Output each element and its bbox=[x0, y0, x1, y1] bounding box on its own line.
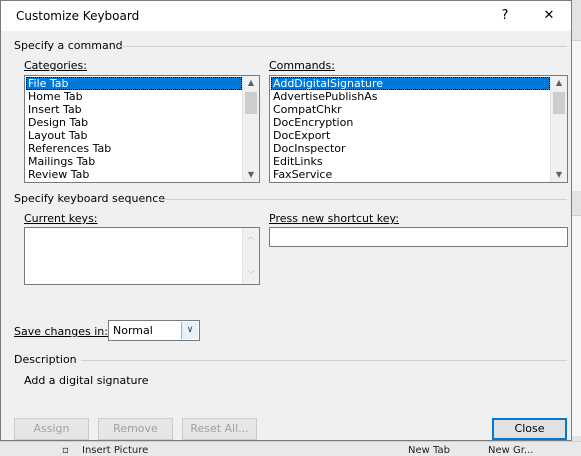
command-list-item[interactable]: DocEncryption bbox=[271, 116, 550, 129]
scroll-down-arrow-icon: ﹀ bbox=[247, 270, 255, 279]
commands-items: AddDigitalSignature AdvertisePublishAs Com… bbox=[271, 77, 550, 181]
current-keys-scrollbar: ︿ ﹀ bbox=[242, 228, 259, 284]
categories-label: Categories: bbox=[24, 59, 87, 72]
categories-scrollbar[interactable]: ▲ ▼ bbox=[242, 76, 259, 182]
scroll-up-arrow-icon: ︿ bbox=[247, 232, 255, 241]
command-list-item[interactable]: FaxService bbox=[271, 168, 550, 181]
category-list-item[interactable]: Mailings Tab bbox=[26, 155, 242, 168]
save-changes-select[interactable]: Normal ∨ bbox=[108, 320, 200, 341]
customize-keyboard-dialog: Customize Keyboard ? ✕ Specify a command… bbox=[0, 0, 572, 441]
categories-items: File Tab Home Tab Insert Tab Design Tab Layo… bbox=[26, 77, 242, 181]
section-divider bbox=[159, 199, 567, 200]
categories-list[interactable]: File Tab Home Tab Insert Tab Design Tab Layo… bbox=[24, 75, 260, 183]
keyboard-sequence-heading: Specify keyboard sequence bbox=[14, 192, 166, 205]
section-divider bbox=[119, 46, 567, 47]
new-shortcut-key-input[interactable] bbox=[269, 227, 568, 247]
description-text: Add a digital signature bbox=[24, 374, 149, 387]
current-keys-label: Current keys: bbox=[24, 212, 98, 225]
title-bar: Customize Keyboard ? ✕ bbox=[1, 1, 571, 31]
current-keys-list[interactable]: ︿ ﹀ bbox=[24, 227, 260, 285]
close-button[interactable]: Close bbox=[492, 418, 567, 440]
commands-list[interactable]: AddDigitalSignature AdvertisePublishAs Com… bbox=[269, 75, 568, 183]
background-panel-segment bbox=[572, 215, 581, 436]
command-list-item[interactable]: AddDigitalSignature bbox=[271, 77, 550, 90]
category-list-item[interactable]: Home Tab bbox=[26, 90, 242, 103]
background-picture-icon: ▫ bbox=[62, 445, 69, 456]
background-window-edge bbox=[572, 0, 581, 455]
save-changes-value: Normal bbox=[113, 324, 153, 337]
press-new-shortcut-label: Press new shortcut key: bbox=[269, 212, 399, 225]
help-button[interactable]: ? bbox=[491, 5, 519, 27]
scroll-up-arrow-icon[interactable]: ▲ bbox=[243, 76, 259, 90]
category-list-item[interactable]: File Tab bbox=[26, 77, 242, 90]
background-text: New Tab bbox=[408, 445, 450, 456]
scroll-thumb[interactable] bbox=[245, 92, 257, 114]
command-list-item[interactable]: DocExport bbox=[271, 129, 550, 142]
category-list-item[interactable]: Review Tab bbox=[26, 168, 242, 181]
command-list-item[interactable]: DocInspector bbox=[271, 142, 550, 155]
scroll-down-arrow-icon[interactable]: ▼ bbox=[551, 168, 567, 182]
remove-button[interactable]: Remove bbox=[98, 418, 173, 440]
scroll-up-arrow-icon[interactable]: ▲ bbox=[551, 76, 567, 90]
scroll-down-arrow-icon[interactable]: ▼ bbox=[243, 168, 259, 182]
category-list-item[interactable]: Insert Tab bbox=[26, 103, 242, 116]
description-heading: Description bbox=[14, 353, 77, 366]
reset-all-button[interactable]: Reset All... bbox=[182, 418, 257, 440]
background-panel-segment bbox=[572, 40, 581, 191]
save-changes-label: Save changes in: bbox=[14, 325, 108, 338]
assign-button[interactable]: Assign bbox=[14, 418, 89, 440]
background-text: New Gr... bbox=[488, 445, 534, 456]
background-text: Insert Picture bbox=[82, 445, 149, 456]
command-list-item[interactable]: EditLinks bbox=[271, 155, 550, 168]
scroll-thumb[interactable] bbox=[553, 92, 565, 114]
dialog-title: Customize Keyboard bbox=[16, 9, 140, 23]
category-list-item[interactable]: Layout Tab bbox=[26, 129, 242, 142]
background-window-bottom: ▫ Insert Picture New Tab New Gr... bbox=[0, 441, 581, 456]
specify-command-heading: Specify a command bbox=[14, 39, 123, 52]
command-list-item[interactable]: AdvertisePublishAs bbox=[271, 90, 550, 103]
category-list-item[interactable]: References Tab bbox=[26, 142, 242, 155]
command-list-item[interactable]: CompatChkr bbox=[271, 103, 550, 116]
chevron-down-icon[interactable]: ∨ bbox=[181, 322, 198, 339]
section-divider bbox=[81, 360, 567, 361]
commands-label: Commands: bbox=[269, 59, 335, 72]
close-window-button[interactable]: ✕ bbox=[535, 5, 563, 27]
category-list-item[interactable]: Design Tab bbox=[26, 116, 242, 129]
commands-scrollbar[interactable]: ▲ ▼ bbox=[550, 76, 567, 182]
